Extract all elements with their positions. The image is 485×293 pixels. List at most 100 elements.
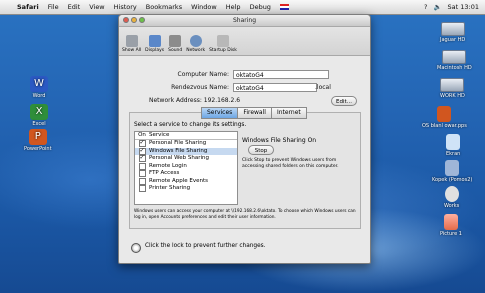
list-item[interactable]: FTP Access: [135, 170, 237, 178]
menu-bookmarks[interactable]: Bookmarks: [146, 3, 182, 11]
desktop-icon-works[interactable]: Works: [444, 186, 459, 209]
image-file-icon: [443, 214, 458, 230]
service-name: Printer Sharing: [149, 185, 191, 191]
menu-clock[interactable]: Sat 13:01: [448, 3, 479, 11]
toolbar-show-all[interactable]: Show All: [122, 35, 141, 55]
desktop-icon-label: Kopek (Pomos2): [432, 177, 473, 183]
hard-drive-icon: [442, 50, 467, 64]
rendezvous-name-label: Rendezvous Name:: [171, 84, 229, 91]
computer-name-field[interactable]: oktatoG4: [233, 70, 329, 79]
list-item[interactable]: Printer Sharing: [135, 185, 237, 193]
excel-icon: X: [30, 104, 48, 120]
menu-debug[interactable]: Debug: [250, 3, 271, 11]
toolbar-label: Show All: [122, 48, 142, 53]
desktop-icon-label: Word: [32, 93, 46, 99]
input-flag-icon[interactable]: [279, 4, 289, 10]
word-icon: W: [30, 76, 48, 92]
service-checkbox[interactable]: [138, 162, 146, 170]
service-name: Personal Web Sharing: [149, 155, 209, 161]
menu-view[interactable]: View: [89, 3, 104, 11]
service-name: Personal File Sharing: [149, 140, 207, 146]
menu-edit[interactable]: Edit: [68, 3, 81, 11]
desktop-icon-label: Jaguar HD: [440, 37, 466, 43]
toolbar-label: Startup Disk: [209, 48, 237, 53]
powerpoint-icon: P: [28, 129, 47, 145]
desktop-icon-jaguar-hd[interactable]: Jaguar HD: [440, 22, 465, 43]
desktop-icon-excel[interactable]: X Excel: [30, 104, 48, 127]
desktop-icon-label: Works: [444, 203, 460, 209]
window-titlebar[interactable]: Sharing: [119, 15, 370, 27]
grid-icon: [125, 35, 138, 47]
hard-drive-icon: [440, 22, 465, 36]
service-checkbox[interactable]: [138, 185, 146, 193]
computer-name-label: Computer Name:: [177, 71, 229, 78]
menu-app-safari[interactable]: Safari: [17, 3, 39, 11]
service-status-title: Windows File Sharing On: [242, 137, 317, 144]
toolbar-startup-disk[interactable]: Startup Disk: [209, 35, 237, 55]
lock-icon[interactable]: [131, 243, 141, 253]
prefs-toolbar: Show All Displays Sound Network Startup …: [119, 27, 370, 56]
folder-icon: [445, 160, 460, 176]
list-item[interactable]: Remote Apple Events: [135, 178, 237, 186]
stop-description: Click Stop to prevent Windows users from…: [242, 158, 339, 169]
list-item[interactable]: ✓ Windows File Sharing: [135, 147, 237, 155]
col-service[interactable]: Service: [149, 132, 169, 139]
menu-bar: Safari File Edit View History Bookmarks …: [0, 0, 485, 15]
services-panel: Select a service to change its settings.…: [129, 112, 361, 229]
desktop-icon-label: Ekran: [446, 151, 461, 157]
toolbar-displays[interactable]: Displays: [145, 35, 164, 55]
desktop-icon-word[interactable]: W Word: [30, 76, 48, 99]
close-icon[interactable]: [123, 17, 129, 23]
desktop-icon-powerpoint[interactable]: P PowerPoint: [24, 129, 52, 152]
minimize-icon[interactable]: [131, 17, 137, 23]
sharing-tabs: Services Firewall Internet: [201, 107, 307, 119]
document-icon: [437, 106, 452, 122]
zoom-icon[interactable]: [139, 17, 145, 23]
service-name: Remote Login: [149, 162, 187, 169]
stop-button[interactable]: Stop: [248, 145, 274, 155]
desktop-icon-work-hd[interactable]: WORK HD: [440, 78, 465, 99]
service-name: Remote Apple Events: [149, 177, 208, 184]
service-checkbox[interactable]: ✓: [138, 155, 146, 163]
list-item[interactable]: ✓ Personal File Sharing: [135, 140, 237, 148]
desktop-icon-picture1[interactable]: Picture 1: [440, 214, 462, 237]
display-icon: [148, 35, 161, 47]
tab-services[interactable]: Services: [201, 107, 239, 119]
desktop-icon-macintosh-hd[interactable]: Macintosh HD: [437, 50, 472, 71]
desktop-icon-kopek[interactable]: Kopek (Pomos2): [432, 160, 472, 183]
tab-firewall[interactable]: Firewall: [237, 107, 272, 119]
toolbar-network[interactable]: Network: [186, 35, 205, 55]
edit-button[interactable]: Edit...: [331, 96, 357, 106]
desktop-icon-label: Macintosh HD: [437, 65, 472, 71]
menu-history[interactable]: History: [114, 3, 137, 11]
desktop-icon-label: Excel: [32, 121, 46, 127]
window-title: Sharing: [232, 17, 257, 24]
menu-window[interactable]: Window: [191, 3, 217, 11]
col-on[interactable]: On: [135, 132, 149, 139]
lock-text: Click the lock to prevent further change…: [145, 243, 266, 249]
menu-extras[interactable]: ?: [424, 3, 427, 11]
service-checkbox[interactable]: [138, 170, 146, 178]
rendezvous-name-field[interactable]: oktatoG4: [233, 83, 317, 92]
app-icon: [444, 186, 459, 202]
desktop-icon-label: OS blanl owar.pps: [422, 123, 467, 129]
tab-internet[interactable]: Internet: [270, 107, 307, 119]
list-header: On Service: [135, 132, 237, 140]
service-checkbox[interactable]: [138, 177, 146, 185]
toolbar-label: Network: [186, 48, 206, 53]
list-item[interactable]: ✓ Personal Web Sharing: [135, 155, 237, 163]
toolbar-sound[interactable]: Sound: [168, 35, 182, 55]
volume-icon[interactable]: 🔈: [433, 3, 441, 11]
local-suffix: .local: [315, 84, 331, 91]
services-list[interactable]: On Service ✓ Personal File Sharing ✓ Windo…: [134, 131, 238, 205]
menu-file[interactable]: File: [48, 3, 59, 11]
hard-drive-icon: [440, 78, 465, 92]
desktop-icon-label: WORK HD: [440, 93, 465, 99]
service-name: FTP Access: [149, 170, 180, 176]
disk-icon: [216, 35, 229, 47]
desktop-icon-pps[interactable]: OS blanl owar.pps: [422, 106, 467, 129]
list-item[interactable]: Remote Login: [135, 163, 237, 171]
desktop-icon-ekran[interactable]: Ekran: [446, 134, 460, 157]
folder-icon: [446, 134, 461, 150]
menu-help[interactable]: Help: [226, 3, 241, 11]
